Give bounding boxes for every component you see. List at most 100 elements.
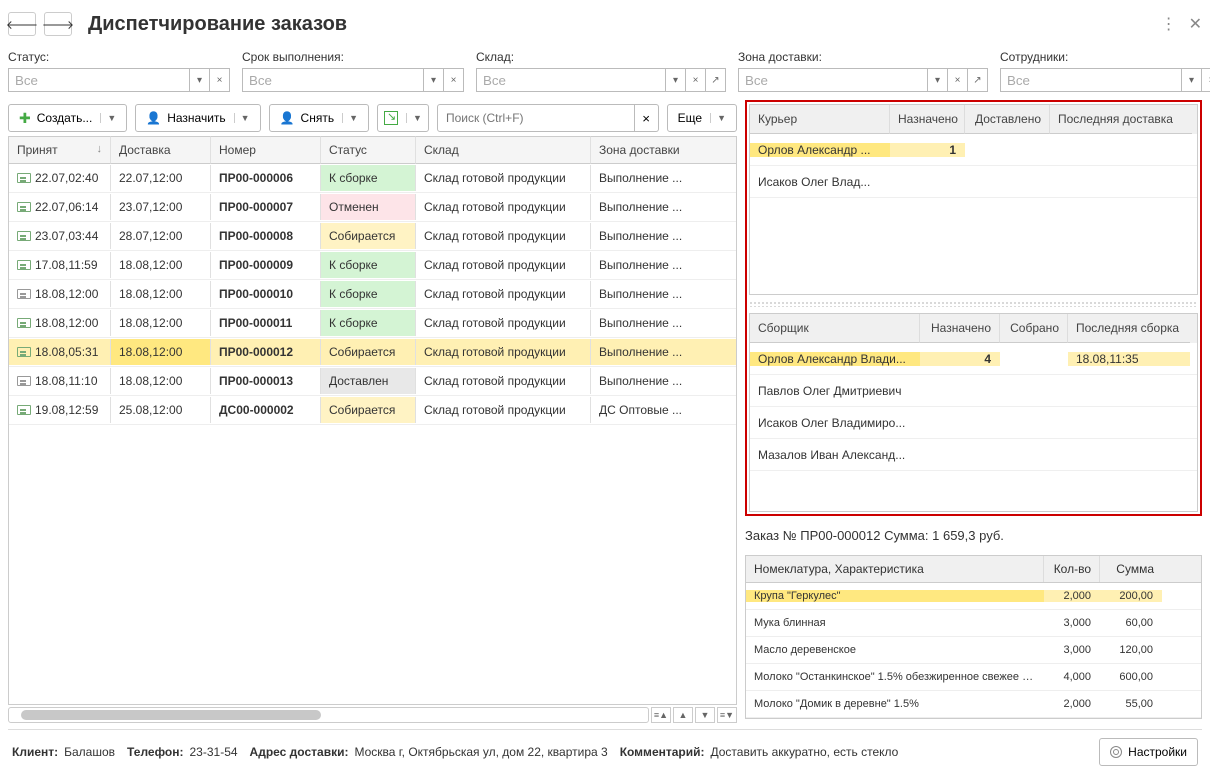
table-row[interactable]: Мазалов Иван Александ... xyxy=(750,439,1197,471)
document-icon xyxy=(17,347,31,357)
filter-employees-label: Сотрудники: xyxy=(1000,50,1210,64)
col-collector-assigned[interactable]: Назначено xyxy=(920,314,1000,343)
unassign-icon: 👤 xyxy=(280,111,295,125)
document-icon xyxy=(17,318,31,328)
col-courier-name[interactable]: Курьер xyxy=(750,105,890,134)
filter-zone-label: Зона доставки: xyxy=(738,50,988,64)
document-icon xyxy=(17,202,31,212)
col-item-name[interactable]: Номеклатура, Характеристика xyxy=(746,556,1044,582)
remove-button[interactable]: 👤 Снять ▼ xyxy=(269,104,369,132)
col-collector-name[interactable]: Сборщик xyxy=(750,314,920,343)
settings-button[interactable]: Настройки xyxy=(1099,738,1198,766)
table-row[interactable]: Исаков Олег Владимиро... xyxy=(750,407,1197,439)
more-label: Еще xyxy=(678,111,702,125)
scroll-thumb[interactable] xyxy=(21,710,321,720)
collectors-grid: Сборщик Назначено Собрано Последняя сбор… xyxy=(749,313,1198,512)
scroll-up-button[interactable]: ▲ xyxy=(673,707,693,723)
filter-zone-dropdown[interactable]: ▾ xyxy=(928,68,948,92)
col-courier-delivered[interactable]: Доставлено xyxy=(965,105,1050,134)
col-courier-last[interactable]: Последняя доставка xyxy=(1050,105,1192,134)
copy-button[interactable]: ▼ xyxy=(377,104,429,132)
filter-deadline-label: Срок выполнения: xyxy=(242,50,464,64)
footer-comment: Доставить аккуратно, есть стекло xyxy=(711,745,899,759)
table-row[interactable]: 22.07,06:1423.07,12:00ПР00-000007Отменен… xyxy=(9,193,736,222)
col-courier-assigned[interactable]: Назначено xyxy=(890,105,965,134)
filter-deadline-dropdown[interactable]: ▾ xyxy=(424,68,444,92)
footer-phone-label: Телефон: xyxy=(127,745,183,759)
footer-address-label: Адрес доставки: xyxy=(250,745,349,759)
table-row[interactable]: Исаков Олег Влад... xyxy=(750,166,1197,198)
more-button[interactable]: Еще ▼ xyxy=(667,104,737,132)
menu-dots-icon[interactable]: ⋮ xyxy=(1161,14,1177,34)
filter-zone-open[interactable]: ↗ xyxy=(968,68,988,92)
scroll-first-button[interactable]: ≡▲ xyxy=(651,707,671,723)
col-delivery[interactable]: Доставка xyxy=(111,136,211,164)
filter-status-dropdown[interactable]: ▾ xyxy=(190,68,210,92)
plus-icon: ✚ xyxy=(19,110,31,127)
footer-phone: 23-31-54 xyxy=(190,745,238,759)
filter-zone-input[interactable] xyxy=(738,68,928,92)
table-row[interactable]: Молоко "Останкинское" 1.5% обезжиренное … xyxy=(746,664,1201,691)
table-row[interactable]: 23.07,03:4428.07,12:00ПР00-000008Собирае… xyxy=(9,222,736,251)
sort-asc-icon: ↓ xyxy=(97,143,103,155)
table-row[interactable]: Масло деревенское3,000120,00 xyxy=(746,637,1201,664)
filter-warehouse-input[interactable] xyxy=(476,68,666,92)
create-button[interactable]: ✚ Создать... ▼ xyxy=(8,104,127,132)
document-icon xyxy=(17,289,31,299)
filter-status-input[interactable] xyxy=(8,68,190,92)
horizontal-scrollbar[interactable] xyxy=(8,707,649,723)
filter-deadline-clear[interactable]: × xyxy=(444,68,464,92)
table-row[interactable]: 18.08,11:1018.08,12:00ПР00-000013Доставл… xyxy=(9,367,736,396)
col-collector-collected[interactable]: Собрано xyxy=(1000,314,1068,343)
col-zone[interactable]: Зона доставки xyxy=(591,136,736,164)
col-status[interactable]: Статус xyxy=(321,136,416,164)
gear-icon xyxy=(1110,746,1122,758)
couriers-grid: Курьер Назначено Доставлено Последняя до… xyxy=(749,104,1198,295)
close-icon[interactable]: ✕ xyxy=(1189,14,1202,34)
table-row[interactable]: Орлов Александр Влади...418.08,11:35 xyxy=(750,343,1197,375)
filter-warehouse-clear[interactable]: × xyxy=(686,68,706,92)
splitter[interactable] xyxy=(749,301,1198,307)
settings-label: Настройки xyxy=(1128,745,1187,759)
chevron-down-icon: ▼ xyxy=(406,113,422,123)
nav-back-button[interactable]: 🡐 xyxy=(8,12,36,36)
col-accepted[interactable]: Принят ↓ xyxy=(9,136,111,164)
filter-employees-dropdown[interactable]: ▾ xyxy=(1182,68,1202,92)
filter-deadline-input[interactable] xyxy=(242,68,424,92)
table-row[interactable]: Павлов Олег Дмитриевич xyxy=(750,375,1197,407)
search-input[interactable] xyxy=(437,104,635,132)
search-clear-button[interactable]: × xyxy=(635,104,659,132)
col-item-qty[interactable]: Кол-во xyxy=(1044,556,1100,582)
nav-forward-button[interactable]: 🡒 xyxy=(44,12,72,36)
footer-address: Москва г, Октябрьская ул, дом 22, кварти… xyxy=(354,745,607,759)
assign-button[interactable]: 👤 Назначить ▼ xyxy=(135,104,260,132)
table-row[interactable]: 17.08,11:5918.08,12:00ПР00-000009К сборк… xyxy=(9,251,736,280)
col-warehouse[interactable]: Склад xyxy=(416,136,591,164)
col-item-sum[interactable]: Сумма xyxy=(1100,556,1162,582)
filter-warehouse-open[interactable]: ↗ xyxy=(706,68,726,92)
document-icon xyxy=(17,260,31,270)
col-number[interactable]: Номер xyxy=(211,136,321,164)
table-row[interactable]: 18.08,05:3118.08,12:00ПР00-000012Собирае… xyxy=(9,338,736,367)
table-row[interactable]: Крупа "Геркулес"2,000200,00 xyxy=(746,583,1201,610)
table-row[interactable]: 18.08,12:0018.08,12:00ПР00-000010К сборк… xyxy=(9,280,736,309)
chevron-down-icon: ▼ xyxy=(100,113,116,123)
scroll-down-button[interactable]: ▼ xyxy=(695,707,715,723)
table-row[interactable]: 22.07,02:4022.07,12:00ПР00-000006К сборк… xyxy=(9,164,736,193)
table-row[interactable]: 18.08,12:0018.08,12:00ПР00-000011К сборк… xyxy=(9,309,736,338)
table-row[interactable]: 19.08,12:5925.08,12:00ДС00-000002Собирае… xyxy=(9,396,736,425)
col-collector-last[interactable]: Последняя сборка xyxy=(1068,314,1190,343)
table-row[interactable]: Орлов Александр ...1 xyxy=(750,134,1197,166)
filter-warehouse-dropdown[interactable]: ▾ xyxy=(666,68,686,92)
footer-client: Балашов xyxy=(64,745,115,759)
table-row[interactable]: Мука блинная3,00060,00 xyxy=(746,610,1201,637)
filter-status-label: Статус: xyxy=(8,50,230,64)
scroll-last-button[interactable]: ≡▼ xyxy=(717,707,737,723)
table-row[interactable]: Молоко "Домик в деревне" 1.5%2,00055,00 xyxy=(746,691,1201,718)
filter-zone-clear[interactable]: × xyxy=(948,68,968,92)
filter-status-clear[interactable]: × xyxy=(210,68,230,92)
remove-label: Снять xyxy=(301,111,335,125)
filter-employees-input[interactable] xyxy=(1000,68,1182,92)
create-label: Создать... xyxy=(37,111,93,125)
filter-employees-clear[interactable]: × xyxy=(1202,68,1210,92)
